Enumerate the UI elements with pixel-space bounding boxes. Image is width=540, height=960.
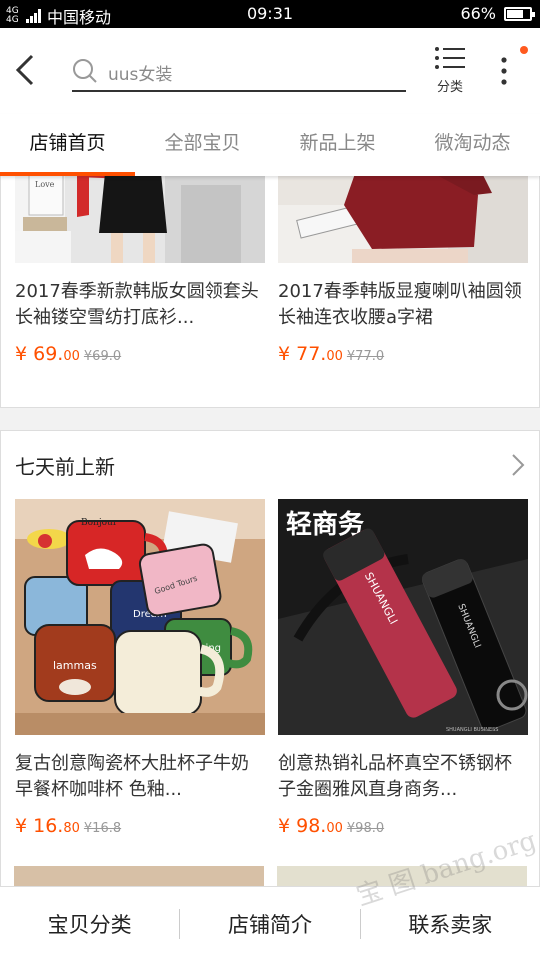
bottom-bar: 宝贝分类 店铺简介 联系卖家 (0, 886, 540, 960)
mug-text-lammas: lammas (53, 659, 97, 672)
status-right: 66% (460, 4, 535, 23)
svg-text:Love: Love (35, 180, 55, 189)
search-input[interactable]: uus女装 (72, 54, 406, 92)
product-image[interactable] (14, 866, 264, 886)
list-icon (435, 47, 465, 69)
chevron-right-icon[interactable] (509, 451, 527, 479)
product-price: ¥ 77.00 ¥77.0 (278, 343, 384, 365)
price-cents: 00 (63, 349, 80, 364)
more-vertical-icon (501, 57, 507, 85)
clock: 09:31 (246, 4, 294, 23)
product-price: ¥ 16.80 ¥16.8 (15, 815, 121, 837)
product-image: 轻商务 SHUANGLI SHUANGLI SHUANGLI BUSINESS (278, 499, 528, 735)
tab-shop-home[interactable]: 店铺首页 (0, 114, 135, 176)
tab-weitao[interactable]: 微淘动态 (405, 114, 540, 176)
category-label: 分类 (436, 80, 463, 95)
svg-text:Bonjour: Bonjour (81, 518, 118, 528)
price-main: ¥ 69. (15, 343, 64, 365)
content-area: Love 2017春季新款韩版女圆领套头长袖镂空雪纺打底衫... ¥ 69.00… (0, 176, 540, 886)
shop-intro-button[interactable]: 店铺简介 (180, 909, 359, 939)
shop-tabs: 店铺首页 全部宝贝 新品上架 微淘动态 (0, 114, 540, 176)
thermos-caption: SHUANGLI BUSINESS (446, 727, 498, 733)
price-cents: 80 (63, 821, 80, 836)
product-image: Love (15, 176, 265, 263)
contact-seller-button[interactable]: 联系卖家 (361, 909, 540, 939)
product-title: 复古创意陶瓷杯大肚杯子牛奶早餐杯咖啡杯 色釉... (15, 753, 249, 800)
tab-new-arrivals[interactable]: 新品上架 (270, 114, 405, 176)
product-price: ¥ 69.00 ¥69.0 (15, 343, 121, 365)
chevron-left-icon (15, 54, 34, 86)
original-price: ¥98.0 (346, 821, 385, 836)
back-button[interactable] (10, 50, 46, 90)
category-button[interactable]: 分类 (428, 46, 472, 102)
original-price: ¥69.0 (83, 349, 122, 364)
battery-percent: 66% (460, 4, 496, 23)
price-main: ¥ 98. (278, 815, 327, 837)
battery-icon (504, 6, 535, 21)
search-icon (73, 59, 97, 83)
tab-all-items[interactable]: 全部宝贝 (135, 114, 270, 176)
product-price: ¥ 98.00 ¥98.0 (278, 815, 384, 837)
new-arrivals-section: 七天前上新 Bonjour Dream Good Tours Making la… (0, 430, 540, 886)
product-image (278, 176, 528, 263)
price-main: ¥ 16. (15, 815, 64, 837)
notification-dot (520, 46, 528, 54)
thermos-headline: 轻商务 (286, 509, 364, 540)
price-cents: 00 (326, 821, 343, 836)
product-title: 2017春季新款韩版女圆领套头长袖镂空雪纺打底衫... (15, 281, 259, 328)
more-button[interactable] (492, 54, 516, 88)
item-category-button[interactable]: 宝贝分类 (0, 909, 179, 939)
price-cents: 00 (326, 349, 343, 364)
original-price: ¥77.0 (346, 349, 385, 364)
price-main: ¥ 77. (278, 343, 327, 365)
header: uus女装 分类 (0, 28, 540, 114)
product-title: 创意热销礼品杯真空不锈钢杯子金圈雅风直身商务... (278, 753, 512, 800)
product-image: Bonjour Dream Good Tours Making lammas (15, 499, 265, 735)
original-price: ¥16.8 (83, 821, 122, 836)
product-section: Love 2017春季新款韩版女圆领套头长袖镂空雪纺打底衫... ¥ 69.00… (0, 176, 540, 408)
product-title: 2017春季韩版显瘦喇叭袖圆领长袖连衣收腰a字裙 (278, 281, 522, 328)
search-placeholder: uus女装 (108, 65, 173, 85)
status-bar: 4G 4G 中国移动 09:31 66% (0, 0, 540, 28)
section-title: 七天前上新 (15, 455, 115, 479)
